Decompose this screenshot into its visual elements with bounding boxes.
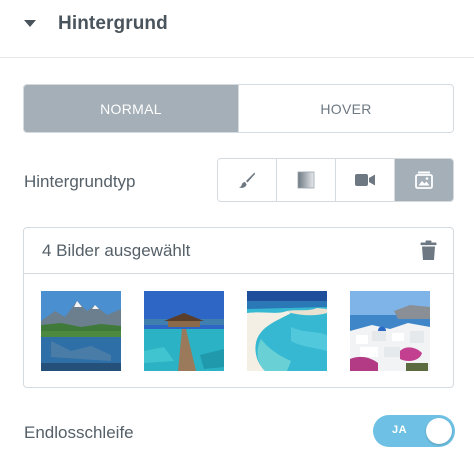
background-type-label: Hintergrundtyp xyxy=(24,172,136,191)
gallery-thumbnails xyxy=(41,291,431,371)
gallery-thumbnail[interactable] xyxy=(144,291,224,371)
caret-down-icon[interactable] xyxy=(24,20,36,27)
toggle-knob xyxy=(426,418,452,444)
gallery-thumbnail[interactable] xyxy=(350,291,430,371)
gallery-header: 4 Bilder ausgewählt xyxy=(24,228,453,274)
background-type-gradient-button[interactable] xyxy=(276,159,335,201)
gallery-control: 4 Bilder ausgewählt xyxy=(23,227,454,388)
trash-icon[interactable] xyxy=(420,240,437,261)
paint-brush-icon xyxy=(239,172,255,188)
loop-toggle-label: JA xyxy=(392,424,408,436)
loop-toggle[interactable]: JA xyxy=(373,415,455,447)
background-type-slideshow-button[interactable] xyxy=(394,159,453,201)
tropical-beach-image xyxy=(247,291,327,371)
gallery-thumbnail[interactable] xyxy=(247,291,327,371)
background-type-selector xyxy=(217,158,454,202)
background-type-video-button[interactable] xyxy=(335,159,394,201)
gradient-icon xyxy=(297,171,315,189)
mountain-lake-image xyxy=(41,291,121,371)
loop-label: Endlosschleife xyxy=(24,423,134,442)
santorini-village-image xyxy=(350,291,430,371)
section-header[interactable]: Hintergrund xyxy=(0,0,474,58)
state-tabs: NORMAL HOVER xyxy=(23,84,454,133)
gallery-thumbnail[interactable] xyxy=(41,291,121,371)
background-type-classic-button[interactable] xyxy=(218,159,276,201)
tab-hover[interactable]: HOVER xyxy=(238,85,453,132)
video-camera-icon xyxy=(355,174,375,186)
tab-normal[interactable]: NORMAL xyxy=(24,85,238,132)
gallery-count-label: 4 Bilder ausgewählt xyxy=(42,241,191,260)
section-title: Hintergrund xyxy=(58,13,168,34)
overwater-bungalow-image xyxy=(144,291,224,371)
slideshow-icon xyxy=(415,171,433,189)
